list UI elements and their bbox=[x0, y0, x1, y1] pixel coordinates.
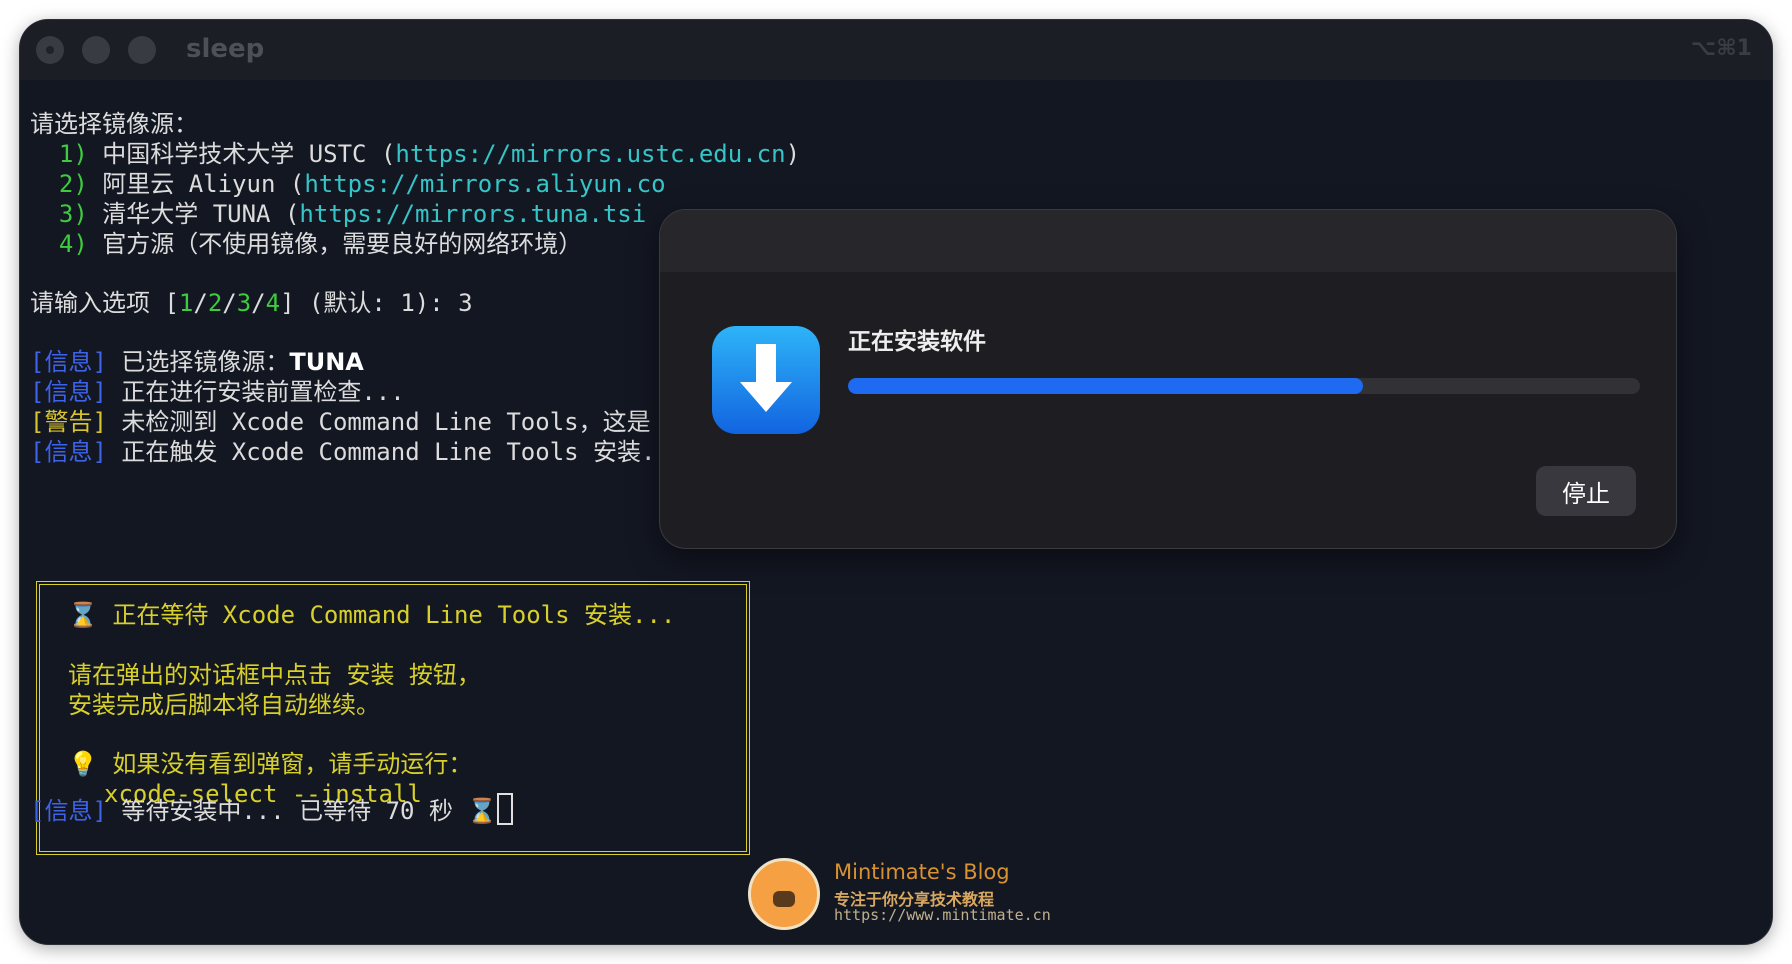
wait-status-line: [信息] 等待安装中... 已等待 70 秒 ⌛ bbox=[30, 793, 514, 826]
stop-button[interactable]: 停止 bbox=[1536, 466, 1636, 516]
watermark-avatar bbox=[748, 858, 820, 930]
mirror-option-1: 1) 中国科学技术大学 USTC (https://mirrors.ustc.e… bbox=[30, 139, 800, 169]
hint-line: 💡 如果没有看到弹窗，请手动运行： bbox=[68, 749, 472, 779]
choice-1: 1 bbox=[178, 289, 194, 317]
watermark-name: Mintimate's Blog bbox=[834, 860, 1010, 884]
info-tag: [信息] bbox=[30, 348, 107, 376]
choice-3: 3 bbox=[236, 289, 252, 317]
option-label: 阿里云 Aliyun ( bbox=[102, 170, 305, 198]
log-line: [信息] 正在触发 Xcode Command Line Tools 安装... bbox=[30, 437, 684, 467]
hourglass-icon: ⌛ bbox=[68, 601, 98, 629]
log-text: 已选择镜像源： bbox=[121, 348, 290, 376]
hint-text: 如果没有看到弹窗，请手动运行： bbox=[112, 750, 473, 778]
install-progress-bar bbox=[848, 378, 1640, 394]
mirror-url[interactable]: https://mirrors.tuna.tsi bbox=[299, 200, 646, 228]
option-number: 3) bbox=[58, 200, 88, 228]
log-line: [信息] 正在进行安装前置检查... bbox=[30, 377, 405, 407]
waiting-text: 正在等待 Xcode Command Line Tools 安装... bbox=[112, 601, 676, 629]
option-number: 2) bbox=[58, 170, 88, 198]
choice-4: 4 bbox=[265, 289, 281, 317]
option-label: 中国科学技术大学 USTC ( bbox=[102, 140, 396, 168]
info-tag: [信息] bbox=[30, 378, 107, 406]
choice-sep: / bbox=[251, 289, 266, 317]
dialog-title: 正在安装软件 bbox=[848, 329, 986, 355]
log-line: [信息] 已选择镜像源：TUNA bbox=[30, 347, 364, 377]
hourglass-icon: ⌛ bbox=[467, 797, 498, 825]
mirror-prompt: 请选择镜像源： bbox=[30, 110, 198, 138]
input-prefix: 请输入选项 [ bbox=[30, 289, 179, 317]
input-line: 请输入选项 [1/2/3/4] (默认: 1): 3 bbox=[30, 288, 473, 318]
dialog-header bbox=[660, 210, 1676, 272]
progress-fill bbox=[848, 378, 1363, 394]
terminal-window: sleep ⌥⌘1 请选择镜像源： 1) 中国科学技术大学 USTC (http… bbox=[20, 20, 1772, 944]
choice-sep: / bbox=[222, 289, 237, 317]
mirror-option-4: 4) 官方源（不使用镜像，需要良好的网络环境） bbox=[30, 229, 582, 259]
mirror-option-3: 3) 清华大学 TUNA (https://mirrors.tuna.tsi bbox=[30, 199, 646, 229]
choice-sep: / bbox=[193, 289, 208, 317]
option-number: 1) bbox=[58, 140, 88, 168]
log-line: [警告] 未检测到 Xcode Command Line Tools，这是 bbox=[30, 407, 651, 437]
download-arrow-icon bbox=[712, 326, 820, 434]
log-text: 正在触发 Xcode Command Line Tools 安装... bbox=[121, 438, 685, 466]
selected-mirror: TUNA bbox=[289, 348, 364, 376]
mirror-url[interactable]: https://mirrors.aliyun.co bbox=[304, 170, 665, 198]
input-suffix: ] (默认: 1): 3 bbox=[280, 289, 473, 317]
option-close: ) bbox=[785, 140, 801, 168]
watermark-url: https://www.mintimate.cn bbox=[834, 906, 1051, 924]
instruction-line-1: 请在弹出的对话框中点击 安装 按钮， bbox=[68, 661, 481, 689]
install-dialog: 正在安装软件 停止 bbox=[660, 210, 1676, 548]
log-text: 正在进行安装前置检查... bbox=[121, 378, 405, 406]
wait-status-text: 等待安装中... 已等待 70 秒 bbox=[121, 797, 453, 825]
option-number: 4) bbox=[58, 230, 88, 258]
choice-2: 2 bbox=[207, 289, 223, 317]
instruction-line-2: 安装完成后脚本将自动继续。 bbox=[68, 691, 380, 719]
text-cursor bbox=[497, 793, 514, 825]
lightbulb-icon: 💡 bbox=[68, 750, 98, 778]
warning-tag: [警告] bbox=[30, 408, 107, 436]
info-tag: [信息] bbox=[30, 438, 107, 466]
log-text: 未检测到 Xcode Command Line Tools，这是 bbox=[121, 408, 651, 436]
option-label: 清华大学 TUNA ( bbox=[102, 200, 300, 228]
info-tag: [信息] bbox=[30, 797, 107, 825]
waiting-line: ⌛ 正在等待 Xcode Command Line Tools 安装... bbox=[68, 600, 675, 630]
option-label: 官方源（不使用镜像，需要良好的网络环境） bbox=[102, 230, 583, 258]
mirror-option-2: 2) 阿里云 Aliyun (https://mirrors.aliyun.co bbox=[30, 169, 666, 199]
mirror-url[interactable]: https://mirrors.ustc.edu.cn bbox=[395, 140, 785, 168]
